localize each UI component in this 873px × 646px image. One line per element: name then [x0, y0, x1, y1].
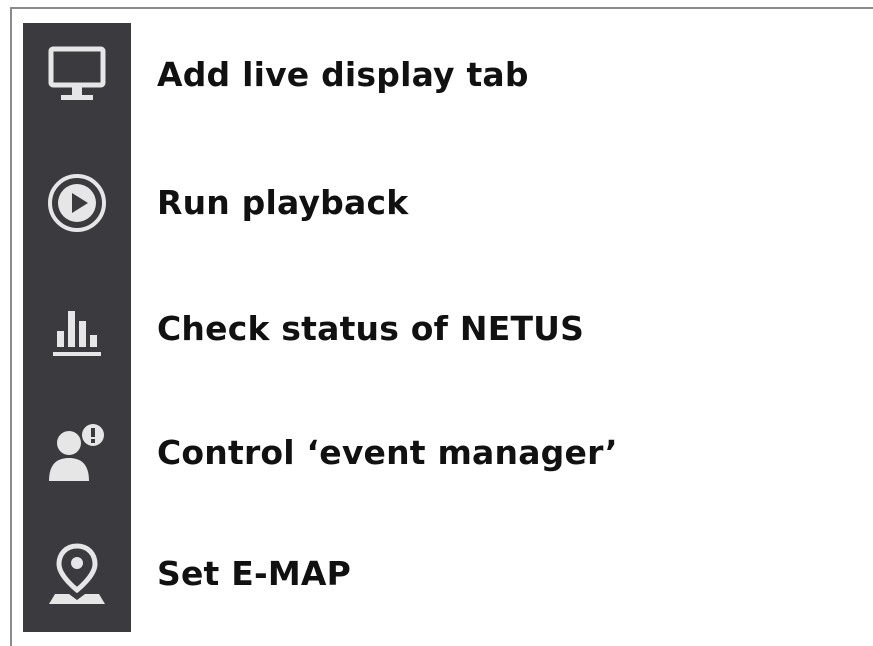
- legend-item-label: Set E-MAP: [157, 554, 352, 593]
- legend-item-status: Check status of NETUS: [0, 279, 873, 379]
- legend-item-live-display: Add live display tab: [0, 25, 873, 125]
- legend-item-emap: Set E-MAP: [0, 524, 873, 624]
- user-alert-icon: [23, 403, 131, 503]
- map-pin-icon: [23, 524, 131, 624]
- legend-item-label: Control ‘event manager’: [157, 433, 618, 472]
- legend-item-event-manager: Control ‘event manager’: [0, 403, 873, 503]
- legend-item-label: Run playback: [157, 183, 409, 222]
- play-circle-icon: [23, 153, 131, 253]
- legend-item-label: Add live display tab: [157, 55, 529, 94]
- monitor-icon: [23, 25, 131, 125]
- bar-chart-icon: [23, 279, 131, 379]
- legend-item-label: Check status of NETUS: [157, 309, 585, 348]
- legend-item-playback: Run playback: [0, 153, 873, 253]
